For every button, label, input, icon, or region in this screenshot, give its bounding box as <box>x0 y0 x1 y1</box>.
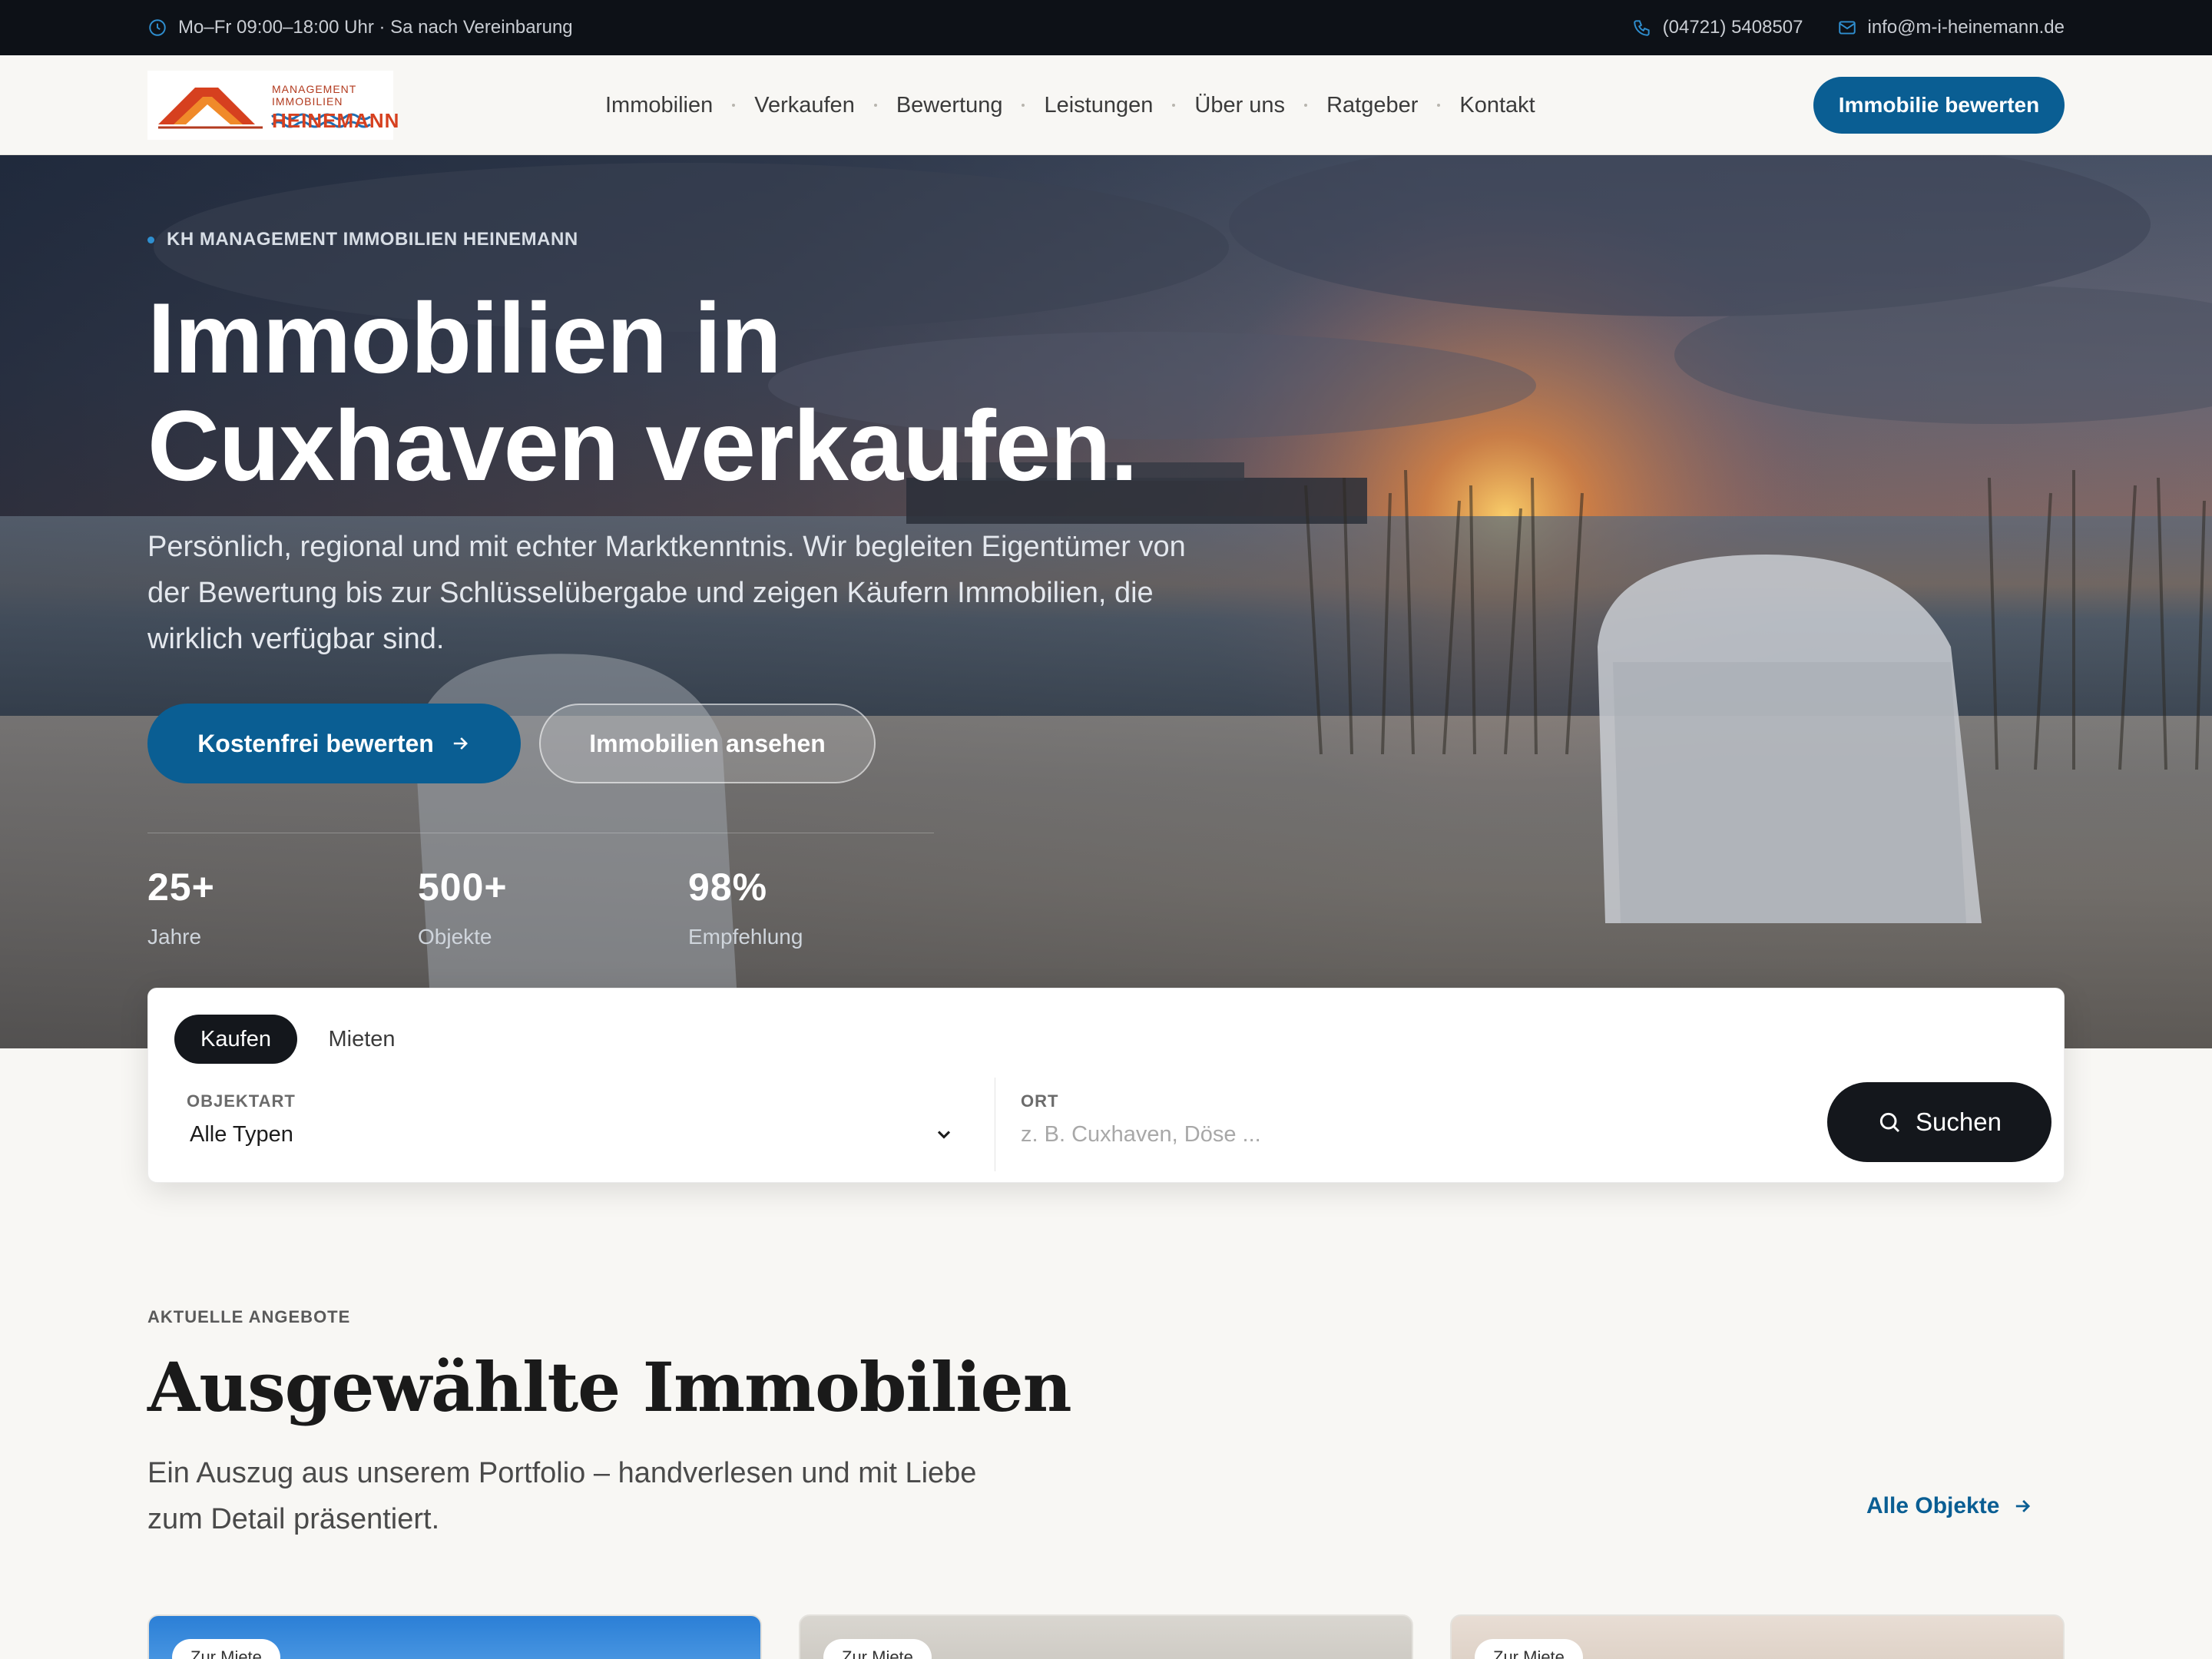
phone-icon <box>1633 20 1650 36</box>
opening-hours: Mo–Fr 09:00–18:00 Uhr · Sa nach Vereinba… <box>147 0 573 55</box>
nav-item-ratgeber[interactable]: Ratgeber <box>1326 93 1418 118</box>
nav-item-leistungen[interactable]: Leistungen <box>1044 93 1153 118</box>
phone-text: (04721) 5408507 <box>1662 17 1803 38</box>
mail-icon <box>1838 21 1856 35</box>
stat-label: Objekte <box>418 925 492 949</box>
featured-title: Ausgewählte Immobilien <box>147 1347 1072 1427</box>
search-button-label: Suchen <box>1916 1108 2002 1136</box>
all-objects-label: Alle Objekte <box>1866 1493 2000 1518</box>
location-label: ORT <box>1021 1091 1059 1111</box>
location-input[interactable]: z. B. Cuxhaven, Döse ... <box>1021 1122 1261 1147</box>
nav-separator <box>1022 104 1025 107</box>
nav-separator <box>1304 104 1308 107</box>
view-properties-button[interactable]: Immobilien ansehen <box>539 704 876 783</box>
nav-item-immobilien[interactable]: Immobilien <box>605 93 713 118</box>
featured-subtitle: Ein Auszug aus unserem Portfolio – handv… <box>147 1457 977 1535</box>
nav-item-kontakt[interactable]: Kontakt <box>1459 93 1535 118</box>
nav-separator <box>873 104 877 107</box>
main-navigation: MANAGEMENT IMMOBILIEN HEINEMANN Immobili… <box>0 55 2212 155</box>
stat-objects: 500+ Objekte <box>418 865 508 949</box>
hero-title-line1: Immobilien in <box>147 282 782 394</box>
nav-separator <box>732 104 736 107</box>
stat-label: Jahre <box>147 925 202 949</box>
phone-link[interactable]: (04721) 5408507 <box>1632 17 1803 38</box>
featured-eyebrow: AKTUELLE ANGEBOTE <box>147 1307 351 1326</box>
hero-title-line2: Cuxhaven verkaufen. <box>147 389 1138 502</box>
property-card[interactable]: Zur Miete <box>1450 1614 2065 1659</box>
stat-value: 25+ <box>147 866 215 909</box>
hero-eyebrow-text: KH MANAGEMENT IMMOBILIEN HEINEMANN <box>167 229 578 250</box>
property-search-card: Kaufen Mieten OBJEKTART Alle Typen ORT z… <box>147 988 2065 1183</box>
stat-label: Empfehlung <box>688 925 803 949</box>
property-type-select[interactable]: Alle Typen <box>190 1122 293 1147</box>
status-badge: Zur Miete <box>1475 1639 1583 1659</box>
free-valuation-button[interactable]: Kostenfrei bewerten <box>147 704 521 783</box>
stat-years: 25+ Jahre <box>147 865 215 949</box>
status-badge: Zur Miete <box>172 1639 280 1659</box>
opening-hours-text: Mo–Fr 09:00–18:00 Uhr · Sa nach Vereinba… <box>178 17 573 38</box>
top-info-bar: Mo–Fr 09:00–18:00 Uhr · Sa nach Vereinba… <box>0 0 2212 55</box>
logo-subline: MANAGEMENT IMMOBILIEN <box>272 83 357 108</box>
clock-icon <box>149 19 166 36</box>
tab-kaufen[interactable]: Kaufen <box>174 1015 297 1064</box>
stat-value: 500+ <box>418 866 508 909</box>
email-link[interactable]: info@m-i-heinemann.de <box>1837 17 2065 38</box>
property-card[interactable]: Zur Miete <box>799 1614 1413 1659</box>
hero-eyebrow: KH MANAGEMENT IMMOBILIEN HEINEMANN <box>147 229 578 250</box>
stat-value: 98% <box>688 866 768 909</box>
arrow-right-icon <box>2016 1500 2031 1512</box>
logo-wordmark: HEINEMANN <box>272 109 400 132</box>
arrow-right-icon <box>453 737 468 750</box>
nav-separator <box>1172 104 1176 107</box>
tab-mieten[interactable]: Mieten <box>316 1015 408 1064</box>
search-button[interactable]: Suchen <box>1827 1082 2051 1162</box>
chevron-down-icon[interactable] <box>933 1124 955 1145</box>
status-badge: Zur Miete <box>823 1639 932 1659</box>
property-card[interactable]: Zur Miete <box>147 1614 762 1659</box>
nav-item-ueber-uns[interactable]: Über uns <box>1194 93 1285 118</box>
free-valuation-label: Kostenfrei bewerten <box>197 729 434 757</box>
hero-title: Immobilien in Cuxhaven verkaufen. <box>147 284 1376 499</box>
nav-separator <box>1437 104 1441 107</box>
nav-links: Immobilien Verkaufen Bewertung Leistunge… <box>605 55 1535 155</box>
email-text: info@m-i-heinemann.de <box>1867 17 2065 38</box>
stat-recommendation: 98% Empfehlung <box>688 865 803 949</box>
property-type-label: OBJEKTART <box>187 1091 296 1111</box>
hero-section: KH MANAGEMENT IMMOBILIEN HEINEMANN Immob… <box>0 155 2212 1048</box>
search-icon <box>1879 1112 1900 1133</box>
all-objects-link[interactable]: Alle Objekte <box>1866 1493 2033 1519</box>
nav-item-verkaufen[interactable]: Verkaufen <box>754 93 855 118</box>
valuate-property-button[interactable]: Immobilie bewerten <box>1813 77 2065 134</box>
eyebrow-bullet <box>147 236 154 243</box>
company-logo[interactable]: MANAGEMENT IMMOBILIEN HEINEMANN <box>147 71 399 140</box>
hero-lead: Persönlich, regional und mit echter Mark… <box>147 531 1186 655</box>
nav-item-bewertung[interactable]: Bewertung <box>896 93 1003 118</box>
